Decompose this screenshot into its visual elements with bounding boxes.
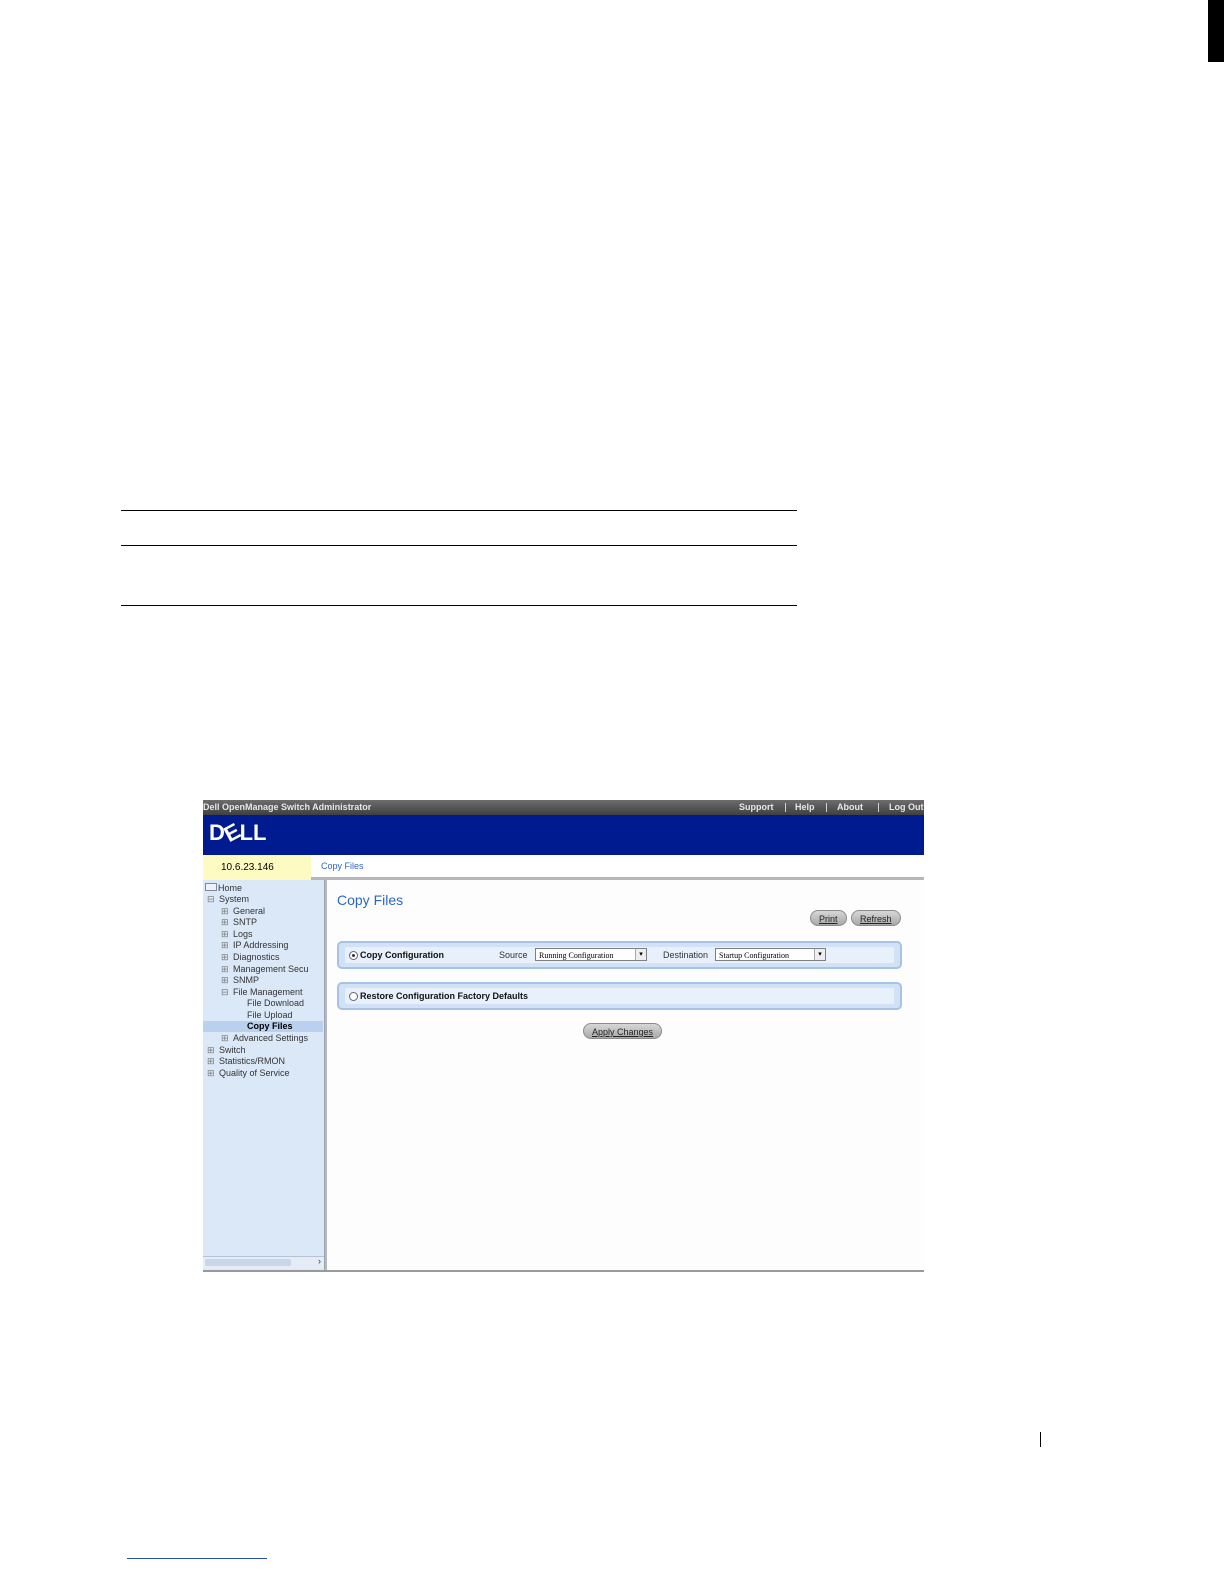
restore-defaults-label: Restore Configuration Factory Defaults bbox=[360, 991, 529, 1001]
tree-item-system[interactable]: ⊟ System bbox=[207, 894, 249, 905]
tree-item-label: IP Addressing bbox=[233, 940, 289, 950]
title-bar: Dell OpenManage Switch Administrator Sup… bbox=[203, 800, 924, 815]
tree-item-home[interactable]: Home bbox=[205, 883, 242, 894]
tree-item-copy-files[interactable]: Copy Files bbox=[203, 1021, 323, 1032]
tree-item-label: Statistics/RMON bbox=[219, 1056, 286, 1066]
table-rule-top bbox=[121, 510, 797, 511]
tree-item-label: File Management bbox=[233, 987, 303, 997]
navigation-tree: Home ⊟ System ⊞ General ⊞ SNTP ⊞ Logs ⊞ IP Ad… bbox=[203, 880, 325, 1270]
chevron-down-icon: ▾ bbox=[814, 949, 825, 960]
copy-configuration-label: Copy Configuration bbox=[360, 950, 444, 960]
window-bottom-edge bbox=[203, 1270, 924, 1272]
chevron-down-icon: ▾ bbox=[635, 949, 646, 960]
tree-item-label: General bbox=[233, 906, 266, 916]
tree-item-label: System bbox=[219, 894, 250, 904]
tree-item-label: Logs bbox=[233, 929, 253, 939]
support-link[interactable]: Support bbox=[739, 800, 774, 815]
table-rule-middle bbox=[121, 545, 797, 546]
tree-item-label: SNTP bbox=[233, 917, 258, 927]
tree-item-label: Advanced Settings bbox=[233, 1033, 309, 1043]
log-out-link[interactable]: Log Out bbox=[889, 800, 924, 815]
expand-icon[interactable]: ⊞ bbox=[221, 964, 233, 975]
expand-icon[interactable]: ⊞ bbox=[221, 917, 233, 928]
collapse-icon[interactable]: ⊟ bbox=[207, 894, 219, 905]
device-ip-address: 10.6.23.146 bbox=[203, 855, 311, 880]
separator bbox=[878, 803, 879, 812]
expand-icon[interactable]: ⊞ bbox=[221, 1033, 233, 1044]
tree-item-diagnostics[interactable]: ⊞ Diagnostics bbox=[221, 952, 280, 963]
tree-item-file-download[interactable]: File Download bbox=[235, 998, 304, 1009]
source-label: Source bbox=[499, 950, 528, 960]
content-pane: Copy Files Print Refresh Copy Configurat… bbox=[325, 880, 924, 1270]
tree-item-ip-addressing[interactable]: ⊞ IP Addressing bbox=[221, 940, 288, 951]
tree-item-file-management[interactable]: ⊟ File Management bbox=[221, 987, 303, 998]
copy-configuration-panel: Copy Configuration Source Running Config… bbox=[337, 941, 902, 969]
header-banner bbox=[203, 815, 924, 855]
expand-icon[interactable]: ⊞ bbox=[221, 940, 233, 951]
tree-item-sntp[interactable]: ⊞ SNTP bbox=[221, 917, 257, 928]
tree-item-statistics-rmon[interactable]: ⊞ Statistics/RMON bbox=[207, 1056, 285, 1067]
tree-item-file-upload[interactable]: File Upload bbox=[235, 1010, 293, 1021]
tree-item-label: Management Secu bbox=[233, 964, 309, 974]
expand-icon[interactable]: ⊞ bbox=[207, 1045, 219, 1056]
restore-defaults-panel: Restore Configuration Factory Defaults bbox=[337, 982, 902, 1010]
tree-item-label: Home bbox=[218, 883, 243, 893]
refresh-button[interactable]: Refresh bbox=[851, 910, 901, 926]
apply-changes-button[interactable]: Apply Changes bbox=[583, 1023, 663, 1039]
scroll-right-icon[interactable]: › bbox=[318, 1256, 321, 1266]
destination-select[interactable]: Startup Configuration ▾ bbox=[715, 948, 826, 961]
scrollbar-thumb[interactable] bbox=[205, 1259, 291, 1266]
copy-configuration-radio[interactable] bbox=[349, 951, 358, 960]
tree-item-switch[interactable]: ⊞ Switch bbox=[207, 1045, 246, 1056]
collapse-icon[interactable]: ⊟ bbox=[221, 987, 233, 998]
folder-icon bbox=[205, 883, 217, 891]
footer-link-underline[interactable] bbox=[127, 1558, 267, 1559]
help-link[interactable]: Help bbox=[795, 800, 815, 815]
print-button[interactable]: Print bbox=[810, 910, 847, 926]
separator bbox=[826, 803, 827, 812]
tree-item-snmp[interactable]: ⊞ SNMP bbox=[221, 975, 259, 986]
source-select[interactable]: Running Configuration ▾ bbox=[535, 948, 647, 961]
page-number-divider bbox=[1040, 1432, 1041, 1447]
tree-item-label: Copy Files bbox=[247, 1021, 293, 1031]
tree-item-quality-of-service[interactable]: ⊞ Quality of Service bbox=[207, 1068, 290, 1079]
breadcrumb-current[interactable]: Copy Files bbox=[321, 861, 364, 871]
tree-item-label: File Download bbox=[247, 998, 305, 1008]
copy-files-screenshot: Dell OpenManage Switch Administrator Sup… bbox=[203, 800, 924, 1272]
tree-item-label: Switch bbox=[219, 1045, 246, 1055]
tree-item-label: Diagnostics bbox=[233, 952, 280, 962]
source-value: Running Configuration bbox=[539, 951, 614, 960]
app-title: Dell OpenManage Switch Administrator bbox=[203, 802, 372, 812]
page-title: Copy Files bbox=[337, 892, 404, 908]
separator bbox=[785, 803, 786, 812]
expand-icon[interactable]: ⊞ bbox=[207, 1068, 219, 1079]
about-link[interactable]: About bbox=[837, 800, 863, 815]
tree-item-advanced-settings[interactable]: ⊞ Advanced Settings bbox=[221, 1033, 308, 1044]
restore-defaults-radio[interactable] bbox=[349, 992, 358, 1001]
table-rule-bottom bbox=[121, 605, 797, 606]
destination-value: Startup Configuration bbox=[719, 951, 789, 960]
tree-item-label: File Upload bbox=[247, 1010, 293, 1020]
tree-item-logs[interactable]: ⊞ Logs bbox=[221, 929, 253, 940]
tree-item-management-security[interactable]: ⊞ Management Secu bbox=[221, 964, 309, 975]
breadcrumb: Copy Files bbox=[311, 855, 924, 880]
tree-item-label: Quality of Service bbox=[219, 1068, 290, 1078]
thumb-tab-marker bbox=[1208, 0, 1224, 62]
expand-icon[interactable]: ⊞ bbox=[221, 906, 233, 917]
expand-icon[interactable]: ⊞ bbox=[221, 929, 233, 940]
destination-label: Destination bbox=[663, 950, 709, 960]
expand-icon[interactable]: ⊞ bbox=[221, 952, 233, 963]
tree-item-general[interactable]: ⊞ General bbox=[221, 906, 265, 917]
tree-item-label: SNMP bbox=[233, 975, 260, 985]
dell-logo[interactable]: DELL bbox=[209, 818, 266, 847]
expand-icon[interactable]: ⊞ bbox=[221, 975, 233, 986]
horizontal-scrollbar[interactable]: › bbox=[203, 1256, 324, 1269]
expand-icon[interactable]: ⊞ bbox=[207, 1056, 219, 1067]
